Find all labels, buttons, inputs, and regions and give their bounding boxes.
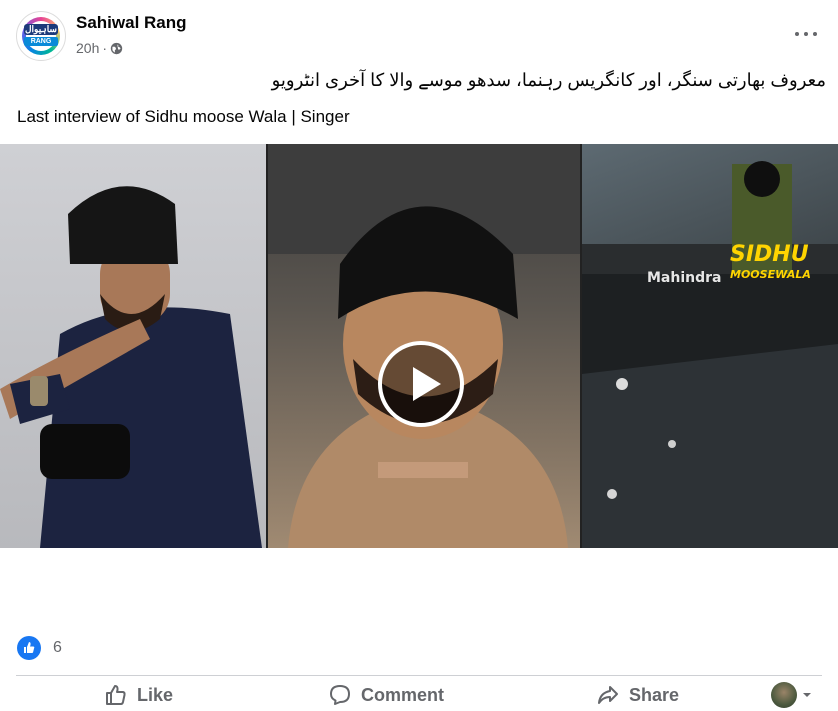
comment-label: Comment — [361, 684, 445, 705]
thumbnail-title-line2: MOOSEWALA — [730, 268, 811, 281]
post-meta: 20h · — [76, 40, 123, 56]
post-time[interactable]: 20h — [76, 40, 99, 56]
thumbs-up-icon — [106, 685, 126, 705]
portrait-illustration — [0, 186, 262, 548]
reactions-summary[interactable]: 6 — [17, 636, 62, 660]
vehicle-illustration — [582, 161, 838, 548]
react-as-selector[interactable] — [771, 679, 813, 711]
comment-button[interactable]: Comment — [328, 679, 444, 711]
post-caption-urdu: معروف بھارتی سنگر، اور کانگریس رہنما، سد… — [271, 70, 826, 90]
actions-divider — [16, 675, 822, 676]
user-avatar — [771, 682, 797, 708]
page-name-link[interactable]: Sahiwal Rang — [76, 13, 187, 33]
globe-icon[interactable] — [110, 42, 123, 55]
meta-separator: · — [102, 40, 108, 56]
reaction-count: 6 — [53, 639, 62, 656]
feed-post: ساہیوال RANG Sahiwal Rang 20h · معروف بھ… — [0, 0, 838, 711]
avatar-logo-en: RANG — [24, 37, 58, 46]
more-options-icon — [795, 32, 799, 36]
like-button[interactable]: Like — [104, 679, 173, 711]
like-label: Like — [137, 684, 174, 705]
avatar-logo-urdu: ساہیوال — [24, 24, 58, 35]
post-caption-english: Last interview of Sidhu moose Wala | Sin… — [17, 107, 350, 126]
more-options-button[interactable] — [792, 24, 820, 44]
thumbnail-panel-portrait — [0, 144, 266, 548]
comment-icon — [330, 685, 350, 705]
thumbnail-brand-text: Mahindra — [647, 270, 722, 286]
like-reaction-icon — [17, 636, 41, 660]
share-button[interactable]: Share — [596, 679, 679, 711]
share-icon — [598, 686, 618, 704]
more-options-icon — [804, 32, 808, 36]
chevron-down-icon — [803, 693, 811, 697]
share-label: Share — [629, 684, 680, 705]
thumbnail-panel-vehicle: Mahindra SIDHU MOOSEWALA — [582, 144, 838, 548]
play-button[interactable] — [378, 341, 464, 427]
thumbnail-title-line1: SIDHU — [730, 242, 809, 267]
play-icon — [413, 367, 441, 401]
page-avatar[interactable]: ساہیوال RANG — [16, 11, 66, 61]
more-options-icon — [813, 32, 817, 36]
action-bar: Like Comment Share — [0, 679, 838, 711]
